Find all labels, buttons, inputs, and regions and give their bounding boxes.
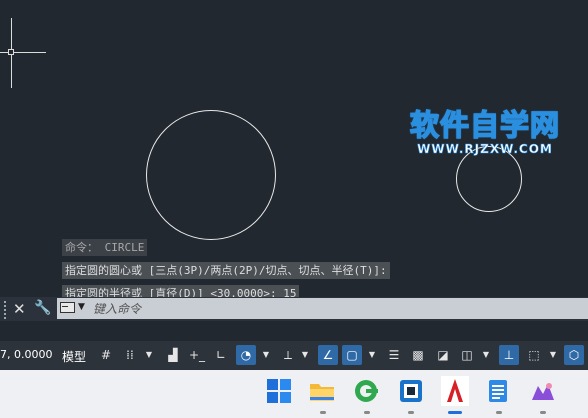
object-snap-dropdown-icon[interactable]: ▼ bbox=[368, 345, 376, 365]
command-bar: ✕ 🔧 ▼ bbox=[0, 297, 588, 321]
dynamic-ucs-icon[interactable]: ⊥ bbox=[499, 345, 519, 365]
active-indicator bbox=[448, 411, 462, 414]
selection-filter-icon[interactable]: ⬚ bbox=[524, 345, 544, 365]
dynamic-input-icon[interactable]: +_ bbox=[187, 345, 207, 365]
windows-start-icon[interactable] bbox=[266, 378, 292, 404]
isometric-dropdown-icon[interactable]: ▼ bbox=[301, 345, 309, 365]
file-explorer-icon[interactable] bbox=[309, 378, 335, 404]
autocad-icon[interactable] bbox=[441, 376, 469, 406]
infer-constraints-icon[interactable]: ▟ bbox=[163, 345, 183, 365]
terminal-icon[interactable] bbox=[60, 302, 75, 313]
command-line: ▼ bbox=[57, 298, 588, 319]
coordinate-readout[interactable]: 7, 0.0000 bbox=[0, 348, 52, 361]
object-snap-icon[interactable]: ▢ bbox=[342, 345, 362, 365]
notepad-icon[interactable] bbox=[485, 378, 511, 404]
polar-dropdown-icon[interactable]: ▼ bbox=[262, 345, 270, 365]
snap-icon[interactable]: ⁞⁞ bbox=[120, 345, 140, 365]
circle-large[interactable] bbox=[146, 110, 276, 240]
drag-grip[interactable] bbox=[4, 301, 9, 319]
app-icon[interactable] bbox=[530, 378, 556, 404]
customize-wrench-icon[interactable]: 🔧 bbox=[34, 300, 51, 316]
history-line: 指定圆的圆心或 [三点(3P)/两点(2P)/切点、切点、半径(T)]: bbox=[62, 262, 390, 279]
watermark-title: 软件自学网 bbox=[409, 108, 561, 142]
history-line: 命令： CIRCLE bbox=[62, 239, 148, 256]
status-bar: 7, 0.0000 模型 # ⁞⁞ ▼ ▟ +_ ∟ ◔ ▼ ⟂ ▼ ∠ ▢ ▼… bbox=[0, 341, 588, 370]
browser-icon[interactable] bbox=[353, 378, 379, 404]
selection-filter-dropdown-icon[interactable]: ▼ bbox=[549, 345, 557, 365]
running-indicator bbox=[496, 411, 502, 414]
gizmo-icon[interactable]: ⬡ bbox=[564, 345, 584, 365]
running-indicator bbox=[320, 411, 326, 414]
running-indicator bbox=[364, 411, 370, 414]
object-snap-tracking-icon[interactable]: ∠ bbox=[318, 345, 338, 365]
drawing-canvas[interactable]: 软件自学网 WWW.RJZXW.COM 命令： CIRCLE 指定圆的圆心或 [… bbox=[0, 0, 588, 302]
ortho-icon[interactable]: ∟ bbox=[211, 345, 231, 365]
grid-icon[interactable]: # bbox=[96, 345, 116, 365]
3d-osnap-dropdown-icon[interactable]: ▼ bbox=[482, 345, 490, 365]
crosshair-cursor bbox=[0, 52, 46, 53]
3d-osnap-icon[interactable]: ◫ bbox=[457, 345, 477, 365]
lineweight-icon[interactable]: ☰ bbox=[384, 345, 404, 365]
running-indicator bbox=[540, 411, 546, 414]
canvas-gap bbox=[0, 321, 588, 341]
command-input[interactable] bbox=[93, 298, 583, 319]
running-indicator bbox=[408, 411, 414, 414]
isometric-icon[interactable]: ⟂ bbox=[278, 345, 298, 365]
selection-cycling-icon[interactable]: ◪ bbox=[433, 345, 453, 365]
command-history: 命令： CIRCLE 指定圆的圆心或 [三点(3P)/两点(2P)/切点、切点、… bbox=[62, 236, 390, 305]
windows-taskbar bbox=[0, 370, 588, 418]
transparency-icon[interactable]: ▩ bbox=[408, 345, 428, 365]
snap-dropdown-icon[interactable]: ▼ bbox=[145, 345, 153, 365]
pickbox bbox=[8, 49, 14, 55]
chevron-down-icon[interactable]: ▼ bbox=[78, 302, 85, 312]
image-viewer-icon[interactable] bbox=[398, 378, 424, 404]
polar-tracking-icon[interactable]: ◔ bbox=[236, 345, 256, 365]
close-icon[interactable]: ✕ bbox=[13, 298, 26, 320]
model-space-button[interactable]: 模型 bbox=[62, 348, 86, 365]
watermark-logo: 软件自学网 WWW.RJZXW.COM bbox=[409, 108, 561, 157]
watermark-url: WWW.RJZXW.COM bbox=[417, 142, 553, 157]
